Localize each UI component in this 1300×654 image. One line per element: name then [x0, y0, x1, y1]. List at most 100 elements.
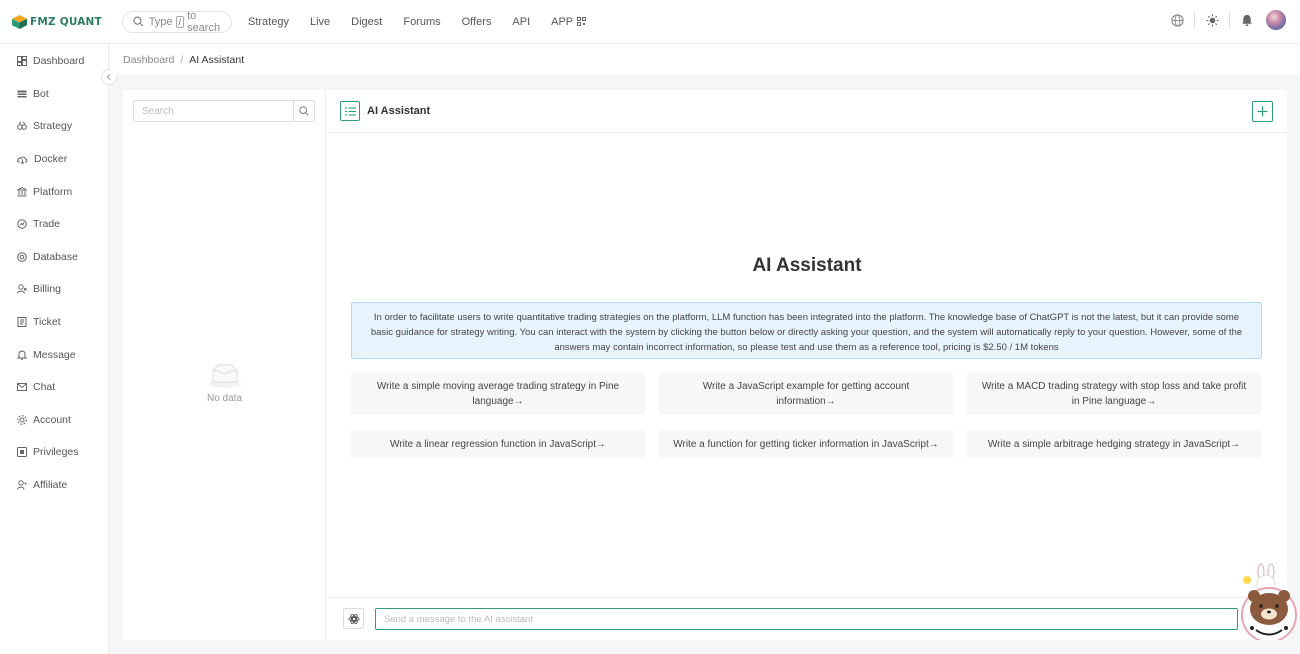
plus-icon — [1257, 106, 1268, 117]
sidebar-item-label: Account — [33, 413, 71, 426]
breadcrumb-dashboard[interactable]: Dashboard — [123, 54, 174, 66]
topnav-app-label: APP — [551, 15, 574, 28]
topnav-strategy[interactable]: Strategy — [248, 16, 289, 28]
billing-icon — [17, 284, 27, 295]
topnav-live[interactable]: Live — [310, 16, 330, 28]
sidebar-item-message[interactable]: Message — [0, 338, 108, 371]
sidebar-item-privileges[interactable]: Privileges — [0, 436, 108, 469]
sidebar-item-label: Docker — [34, 153, 68, 166]
dashboard-icon — [17, 56, 27, 67]
toggle-history-button[interactable] — [340, 101, 360, 121]
sidebar-item-label: Platform — [33, 185, 73, 198]
history-search-input[interactable]: Search — [134, 106, 293, 117]
empty-state: No data — [123, 362, 326, 404]
model-select-button[interactable] — [343, 608, 364, 629]
topnav-digest[interactable]: Digest — [351, 16, 382, 28]
prompt-card[interactable]: Write a simple arbitrage hedging strateg… — [967, 430, 1261, 458]
breadcrumb-separator: / — [180, 53, 184, 66]
topnav-offers[interactable]: Offers — [462, 16, 492, 28]
sidebar-item-label: Strategy — [33, 120, 73, 133]
topnav-app[interactable]: APP — [551, 15, 587, 28]
top-right-tools — [1151, 10, 1286, 30]
sidebar-item-label: Affiliate — [33, 479, 68, 492]
conversation-history-pane: Search No data — [123, 90, 326, 640]
breadcrumb-current: AI Assistant — [189, 53, 245, 66]
sidebar-item-label: Bot — [33, 87, 49, 100]
chat-header-title: AI Assistant — [367, 105, 431, 117]
user-avatar[interactable] — [1266, 10, 1286, 30]
breadcrumb: Dashboard / AI Assistant — [110, 44, 1300, 75]
platform-icon — [17, 186, 27, 197]
brand-name: FMZ QUANT — [30, 15, 102, 28]
sidebar: Dashboard Bot Strategy Docker Platform T… — [0, 44, 109, 654]
top-nav-links: Strategy Live Digest Forums Offers API A… — [248, 16, 607, 28]
openai-icon — [348, 613, 359, 624]
account-icon — [17, 415, 27, 425]
sidebar-item-label: Billing — [33, 283, 62, 296]
message-composer — [327, 597, 1287, 640]
prompt-card[interactable]: Write a linear regression function in Ja… — [351, 430, 645, 458]
suggested-prompts: Write a simple moving average trading st… — [351, 373, 1262, 458]
top-navbar: FMZ QUANT Type / to search Strategy Live… — [0, 0, 1300, 44]
history-search-button[interactable] — [293, 101, 314, 121]
sidebar-item-label: Database — [33, 250, 78, 263]
sidebar-item-billing[interactable]: Billing — [0, 273, 108, 306]
sidebar-item-strategy[interactable]: Strategy — [0, 110, 108, 143]
topnav-forums[interactable]: Forums — [403, 16, 440, 28]
sidebar-item-label: Privileges — [33, 446, 79, 459]
chat-header: AI Assistant — [327, 90, 1287, 133]
search-prefix: Type — [148, 15, 173, 28]
info-notice: In order to facilitate users to write qu… — [351, 302, 1262, 359]
sidebar-item-chat[interactable]: Chat — [0, 371, 108, 404]
sidebar-item-database[interactable]: Database — [0, 241, 108, 274]
prompt-card[interactable]: Write a function for getting ticker info… — [659, 430, 953, 458]
prompt-card[interactable]: Write a JavaScript example for getting a… — [659, 373, 953, 415]
sun-icon[interactable] — [1205, 13, 1219, 27]
strategy-icon — [17, 122, 27, 131]
affiliate-icon — [17, 480, 27, 490]
history-search: Search — [133, 100, 315, 122]
hero-title: AI Assistant — [752, 255, 862, 276]
search-shortcut-key: / — [175, 15, 185, 28]
privileges-icon — [17, 447, 27, 458]
sidebar-item-affiliate[interactable]: Affiliate — [0, 469, 108, 502]
sidebar-item-account[interactable]: Account — [0, 404, 108, 437]
sidebar-item-label: Chat — [33, 381, 56, 394]
database-icon — [17, 252, 27, 262]
global-search[interactable]: Type / to search — [122, 9, 232, 34]
toolbar-divider — [1194, 14, 1195, 26]
brand-logo[interactable]: FMZ QUANT — [12, 14, 120, 29]
message-input[interactable] — [375, 608, 1238, 630]
assistant-card: Search No data AI Assistant AI Assistant — [123, 90, 1287, 640]
chat-pane: AI Assistant AI Assistant In order to fa… — [327, 90, 1287, 640]
new-chat-button[interactable] — [1252, 101, 1273, 122]
empty-state-text: No data — [206, 393, 243, 404]
bot-icon — [17, 90, 27, 98]
list-menu-icon — [344, 106, 356, 116]
bell-icon[interactable] — [1240, 13, 1254, 27]
logo-cube-icon — [12, 14, 27, 29]
sidebar-item-label: Dashboard — [33, 55, 85, 68]
search-suffix: to search — [187, 9, 221, 34]
sidebar-item-trade[interactable]: Trade — [0, 208, 108, 241]
sidebar-item-label: Message — [33, 348, 76, 361]
prompt-card[interactable]: Write a MACD trading strategy with stop … — [967, 373, 1261, 415]
search-icon — [133, 16, 144, 27]
sidebar-item-docker[interactable]: Docker — [0, 143, 108, 176]
docker-icon — [17, 156, 28, 165]
sidebar-item-bot[interactable]: Bot — [0, 78, 108, 111]
sidebar-item-platform[interactable]: Platform — [0, 175, 108, 208]
sidebar-item-label: Ticket — [33, 316, 61, 329]
trade-icon — [17, 219, 27, 230]
search-icon — [299, 106, 309, 116]
prompt-card[interactable]: Write a simple moving average trading st… — [351, 373, 645, 415]
qr-code-icon — [577, 17, 587, 26]
sidebar-item-label: Trade — [33, 218, 61, 231]
topnav-api[interactable]: API — [512, 16, 530, 28]
sidebar-item-ticket[interactable]: Ticket — [0, 306, 108, 339]
globe-icon[interactable] — [1170, 13, 1184, 27]
mascot-support-widget[interactable] — [1236, 562, 1300, 643]
bear-mascot-icon — [1241, 563, 1297, 643]
sidebar-item-dashboard[interactable]: Dashboard — [0, 45, 108, 78]
empty-inbox-icon — [207, 364, 242, 388]
